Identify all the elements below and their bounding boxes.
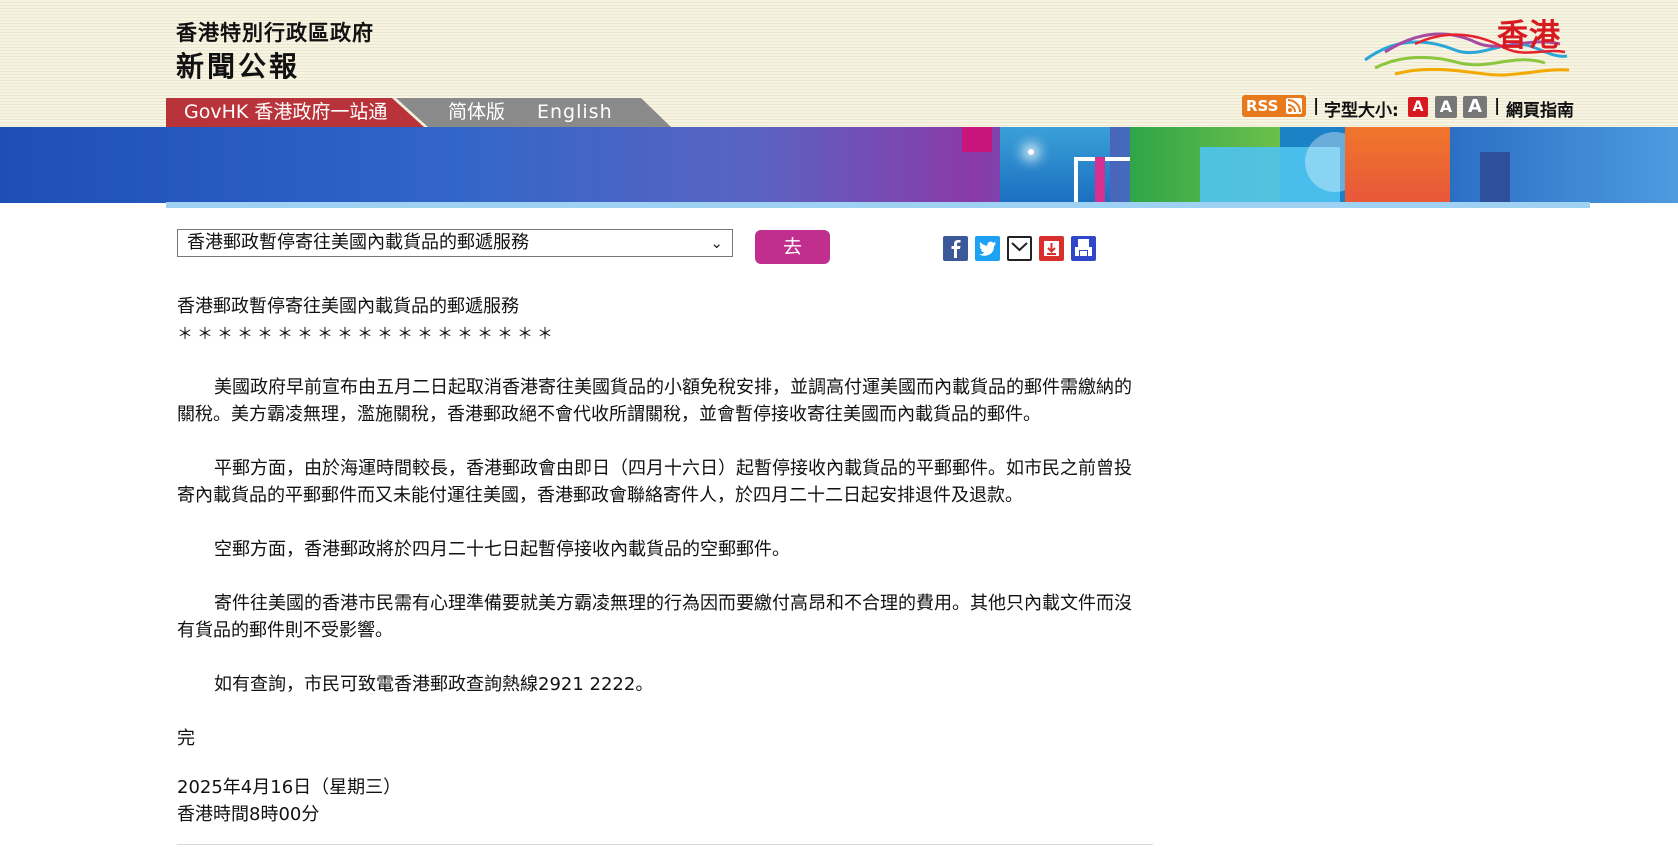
article-title: 香港郵政暫停寄往美國內載貨品的郵遞服務: [177, 296, 519, 317]
font-size-medium-button[interactable]: A: [1435, 96, 1457, 118]
article-end-mark: 完: [177, 728, 195, 749]
department-name: 香港特別行政區政府: [176, 21, 374, 45]
font-size-label: 字型大小:: [1324, 101, 1399, 121]
select-value: 香港郵政暫停寄往美國內載貨品的郵遞服務: [187, 232, 529, 253]
article-paragraph: 寄件往美國的香港市民需有心理準備要就美方霸凌無理的行為因而要繳付高昂和不合理的費…: [177, 593, 1132, 641]
banner-sparkle: [1028, 149, 1034, 155]
banner-block: [1480, 152, 1510, 203]
press-release-select[interactable]: 香港郵政暫停寄往美國內載貨品的郵遞服務 ⌄: [177, 229, 733, 257]
publication-title[interactable]: 新聞公報: [176, 45, 300, 85]
font-size-large-button[interactable]: A: [1463, 96, 1487, 118]
banner-block: [1345, 127, 1450, 203]
facebook-icon[interactable]: [943, 236, 968, 261]
article-paragraph: 空郵方面，香港郵政將於四月二十七日起暫停接收內載貨品的空郵郵件。: [214, 539, 790, 560]
banner-block: [1095, 157, 1105, 203]
print-icon[interactable]: [1071, 236, 1096, 261]
site-header: 香港特別行政區政府 新聞公報 香港 GovHK 香港政府一站通 简体版 Engl…: [0, 0, 1678, 128]
simplified-chinese-link[interactable]: 简体版: [448, 98, 505, 127]
rss-feed-icon: [1286, 98, 1302, 114]
english-link[interactable]: English: [537, 98, 613, 127]
email-icon[interactable]: [1007, 236, 1032, 261]
rss-label: RSS: [1246, 97, 1279, 115]
article-paragraph: 如有查詢，市民可致電香港郵政查詢熱線2921 2222。: [214, 674, 654, 695]
go-button[interactable]: 去: [755, 230, 830, 264]
twitter-icon[interactable]: [975, 236, 1000, 261]
site-guide-link[interactable]: 網頁指南: [1506, 96, 1574, 121]
separator: |: [1494, 96, 1501, 116]
header-banner: [0, 127, 1678, 203]
article-paragraph: 平郵方面，由於海運時間較長，香港郵政會由即日（四月十六日）起暫停接收內載貨品的平…: [177, 458, 1132, 506]
logo-text: 香港: [1497, 18, 1561, 54]
article-paragraph: 美國政府早前宣布由五月二日起取消香港寄往美國貨品的小額免稅安排，並調高付運美國而…: [177, 377, 1132, 425]
release-date: 2025年4月16日（星期三）: [177, 777, 402, 798]
rss-button[interactable]: RSS: [1242, 95, 1306, 117]
footer-divider: [177, 844, 1153, 845]
font-size-small-button[interactable]: A: [1408, 97, 1428, 117]
title-underline-stars: ＊＊＊＊＊＊＊＊＊＊＊＊＊＊＊＊＊＊＊: [177, 324, 558, 343]
banner-block: [962, 127, 992, 152]
chevron-down-icon: ⌄: [710, 234, 723, 252]
press-release-article: 香港郵政暫停寄往美國內載貨品的郵遞服務 ＊＊＊＊＊＊＊＊＊＊＊＊＊＊＊＊＊＊＊ …: [177, 293, 1147, 828]
govhk-link[interactable]: GovHK 香港政府一站通: [166, 98, 424, 127]
download-icon[interactable]: [1039, 236, 1064, 261]
language-tabs: 简体版 English: [396, 98, 671, 127]
release-time: 香港時間8時00分: [177, 804, 320, 825]
separator: |: [1313, 96, 1320, 116]
banner-underline: [166, 202, 1590, 208]
